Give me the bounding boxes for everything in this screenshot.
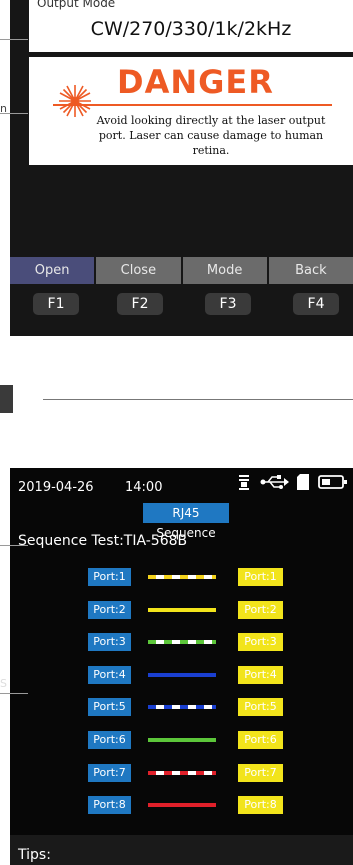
output-mode-panel: Output Mode CW/270/330/1k/2kHz <box>29 0 353 52</box>
open-softkey[interactable]: Open <box>10 257 95 284</box>
wire-6 <box>148 738 216 742</box>
clipped-callout-text: n <box>0 102 7 115</box>
sequence-test-label: Sequence Test:TIA-568B <box>18 533 188 549</box>
port-right-8: Port:8 <box>238 796 283 814</box>
mode-softkey[interactable]: Mode <box>182 257 267 284</box>
time-text: 14:00 <box>125 480 163 495</box>
wire-4 <box>148 673 216 677</box>
port-right-5: Port:5 <box>238 698 283 716</box>
wire-7 <box>148 771 216 775</box>
port-left-4: Port:4 <box>88 666 131 684</box>
sd-card-icon <box>297 474 309 490</box>
wire-5 <box>148 705 216 709</box>
wire-2 <box>148 608 216 612</box>
port-left-1: Port:1 <box>88 568 131 586</box>
port-right-3: Port:3 <box>238 633 283 651</box>
port-left-5: Port:5 <box>88 698 131 716</box>
port-left-7: Port:7 <box>88 764 131 782</box>
f4-button[interactable]: F4 <box>293 293 339 315</box>
rj45-sequence-title: RJ45 Sequence <box>143 503 229 540</box>
output-mode-label: Output Mode <box>37 0 116 10</box>
f1-button[interactable]: F1 <box>33 293 79 315</box>
date-text: 2019-04-26 <box>18 480 94 495</box>
battery-icon <box>318 475 347 489</box>
function-key-bar: Open Close Mode Back <box>10 257 353 284</box>
port-right-4: Port:4 <box>238 666 283 684</box>
danger-warning-panel: DANGER Avoid looking directly at the las… <box>29 57 353 165</box>
laser-burst-icon <box>59 85 91 117</box>
wire-1 <box>148 575 216 579</box>
dark-block <box>0 385 13 413</box>
callout-line <box>0 693 28 694</box>
tips-label: Tips: <box>18 847 51 863</box>
wire-3 <box>148 640 216 644</box>
port-left-2: Port:2 <box>88 601 131 619</box>
port-right-2: Port:2 <box>238 601 283 619</box>
output-mode-value: CW/270/330/1k/2kHz <box>90 18 292 40</box>
f3-button[interactable]: F3 <box>205 293 251 315</box>
callout-line <box>0 39 28 40</box>
port-right-1: Port:1 <box>238 568 283 586</box>
port-left-8: Port:8 <box>88 796 131 814</box>
usb-icon <box>260 475 289 489</box>
back-softkey[interactable]: Back <box>268 257 353 284</box>
port-right-7: Port:7 <box>238 764 283 782</box>
tips-bar <box>10 835 353 865</box>
danger-message: Avoid looking directly at the laser outp… <box>96 114 326 157</box>
divider-line <box>43 399 353 400</box>
wire-8 <box>148 803 216 807</box>
flashlight-icon <box>239 475 249 490</box>
clipped-callout-text: S <box>0 677 7 690</box>
f2-button[interactable]: F2 <box>117 293 163 315</box>
danger-rule <box>53 104 332 106</box>
port-left-3: Port:3 <box>88 633 131 651</box>
danger-title: DANGER <box>117 63 274 101</box>
port-right-6: Port:6 <box>238 731 283 749</box>
close-softkey[interactable]: Close <box>96 257 181 284</box>
port-left-6: Port:6 <box>88 731 131 749</box>
